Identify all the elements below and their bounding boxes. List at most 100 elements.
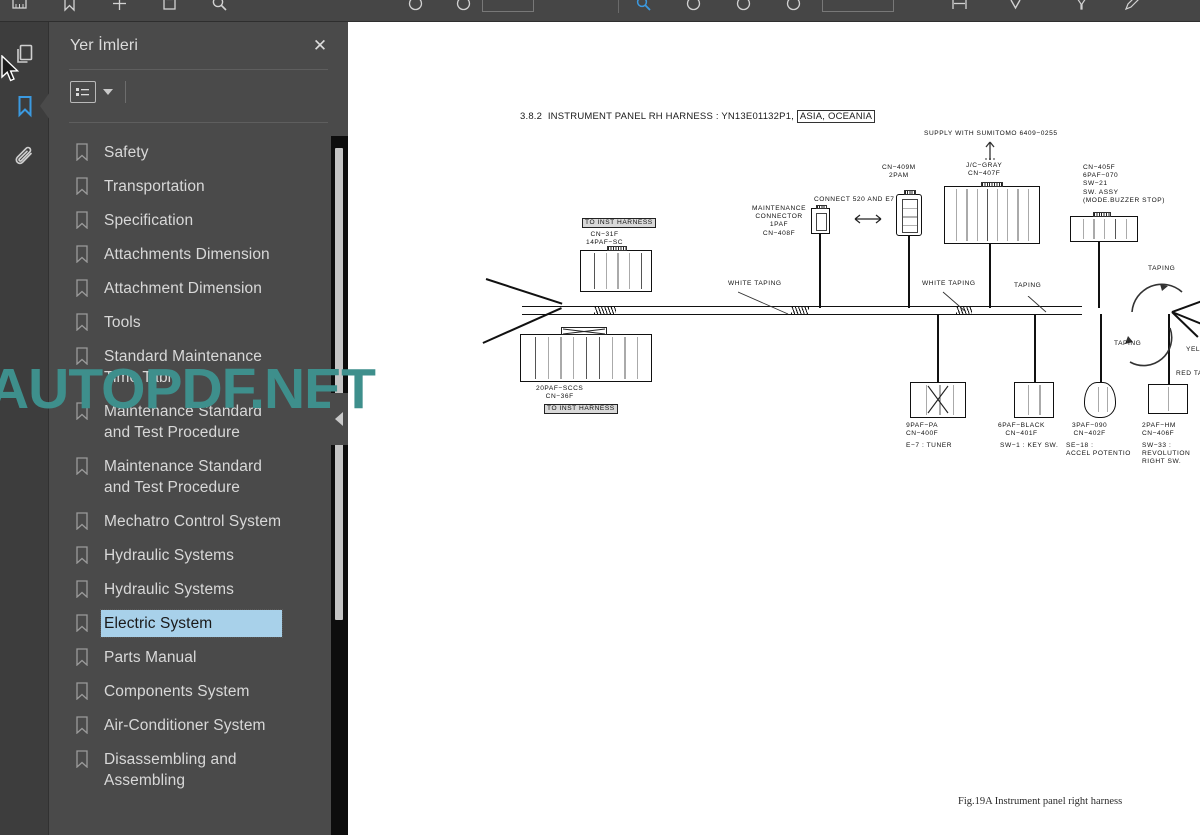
label-cn-31f: CN−31F 14PAF−SC xyxy=(586,231,624,247)
drop-wire-405 xyxy=(1098,242,1100,308)
drop-wire-409 xyxy=(908,236,910,308)
zoom-level-input[interactable] xyxy=(822,0,894,12)
list-item[interactable]: Parts Manual xyxy=(71,641,348,675)
list-item[interactable]: Disassembling and Assembling xyxy=(71,743,348,798)
bookmark-item-icon xyxy=(75,457,89,476)
bookmark-item-icon xyxy=(75,648,89,667)
bookmark-item-icon xyxy=(75,143,89,162)
list-item[interactable]: Hydraulic Systems xyxy=(71,573,348,607)
title-region: ASIA, OCEANIA xyxy=(796,110,876,123)
list-item-label: Disassembling and Assembling xyxy=(104,751,237,789)
label-cn-402f-note: SE−18 : ACCEL POTENTIO xyxy=(1066,442,1131,458)
list-item[interactable]: Air-Conditioner System xyxy=(71,709,348,743)
list-item-label: Attachment Dimension xyxy=(104,280,262,297)
toolbar-left-group xyxy=(4,0,234,18)
bookmark-item-icon xyxy=(75,716,89,735)
label-cn-409m: CN−409M 2PAM xyxy=(882,164,916,180)
bookmarks-panel-header: Yer İmleri ✕ xyxy=(49,22,348,69)
list-item[interactable]: Specification xyxy=(71,204,348,238)
list-item[interactable]: Attachment Dimension xyxy=(71,272,348,306)
list-item[interactable]: Transportation xyxy=(71,170,348,204)
collapse-sidebar-handle[interactable] xyxy=(330,393,348,445)
close-icon[interactable]: ✕ xyxy=(310,36,330,56)
drop-wire-407 xyxy=(989,244,991,308)
bookmark-icon[interactable] xyxy=(0,80,50,132)
bookmark-add-icon[interactable] xyxy=(54,0,84,17)
pen-icon[interactable] xyxy=(1116,0,1146,17)
zoom-out-icon[interactable] xyxy=(678,0,708,17)
list-item[interactable]: Attachments Dimension xyxy=(71,238,348,272)
mouse-cursor xyxy=(1,55,20,82)
chevron-down-icon[interactable] xyxy=(103,89,113,95)
zoom-tool-icon[interactable] xyxy=(628,0,658,17)
bookmarks-panel: Yer İmleri ✕ Safety Transportation Speci… xyxy=(49,22,348,835)
label-cn-405f: CN−405F 6PAF−070 SW−21 SW. ASSY (MODE.BU… xyxy=(1083,164,1165,204)
connector-cn-401f xyxy=(1014,382,1054,418)
bookmark-item-icon xyxy=(75,614,89,633)
list-item-label: Mechatro Control System xyxy=(104,513,282,530)
label-cn-401f-note: SW−1 : KEY SW. xyxy=(1000,442,1059,449)
list-item-label: Hydraulic Systems xyxy=(104,547,235,564)
search-icon[interactable] xyxy=(204,0,234,17)
snapshot-icon[interactable] xyxy=(154,0,184,17)
next-page-icon[interactable] xyxy=(448,0,478,17)
label-cn-401f: 6PAF−BLACK CN−401F xyxy=(998,422,1045,438)
list-item[interactable]: Tools xyxy=(71,306,348,340)
connector-cn-31f xyxy=(580,246,652,292)
label-yellow-taping: YEL xyxy=(1186,346,1200,353)
list-item[interactable]: Hydraulic Systems xyxy=(71,539,348,573)
label-cn-400f-note: E−7 : TUNER xyxy=(906,442,953,449)
bookmark-item-icon xyxy=(75,313,89,332)
chevron-left-icon xyxy=(335,412,343,426)
label-cn-400f: 9PAF−PA CN−400F xyxy=(906,422,939,438)
connector-cn-408f xyxy=(811,205,830,234)
figure-caption: Fig.19A Instrument panel right harness xyxy=(958,796,1123,807)
page-number-input[interactable] xyxy=(482,0,534,12)
connector-cn-36f xyxy=(520,327,652,382)
connector-cn-409m xyxy=(896,190,922,236)
crosshair-icon[interactable] xyxy=(104,0,134,17)
list-item-label: Electric System xyxy=(100,609,283,638)
bookmark-item-icon xyxy=(75,245,89,264)
pdf-page: 3.8.2 INSTRUMENT PANEL RH HARNESS : YN13… xyxy=(348,22,1200,835)
bookmark-item-icon xyxy=(75,279,89,298)
document-viewer[interactable]: 3.8.2 INSTRUMENT PANEL RH HARNESS : YN13… xyxy=(348,22,1200,835)
label-maintenance-connector: MAINTENANCE CONNECTOR 1PAF CN−408F xyxy=(752,205,807,237)
bookmark-item-icon xyxy=(75,211,89,230)
list-options-icon[interactable] xyxy=(70,81,96,103)
bookmark-item-icon xyxy=(75,546,89,565)
label-connect-520-e7: CONNECT 520 AND E7 xyxy=(814,196,895,203)
attachments-icon[interactable] xyxy=(0,132,49,184)
list-item-label: Attachments Dimension xyxy=(104,246,270,263)
list-item[interactable]: Maintenance Standard and Test Procedure xyxy=(71,450,348,505)
label-to-inst-harness-top: TO INST HARNESS xyxy=(582,218,656,229)
label-cn-402f: 3PAF−090 CN−402F xyxy=(1072,422,1108,438)
rotate-icon[interactable] xyxy=(1000,0,1030,17)
sidebar-item-electric-system[interactable]: Electric System xyxy=(71,607,348,641)
list-item[interactable]: Mechatro Control System xyxy=(71,505,348,539)
list-item-label: Maintenance Standard and Test Procedure xyxy=(104,458,262,496)
label-white-taping-1: WHITE TAPING xyxy=(728,280,782,287)
page-title: 3.8.2 INSTRUMENT PANEL RH HARNESS : YN13… xyxy=(520,110,876,123)
fit-width-icon[interactable] xyxy=(944,0,974,17)
bookmark-item-icon xyxy=(75,750,89,769)
list-item[interactable]: Safety xyxy=(71,136,348,170)
zoom-reset-icon[interactable] xyxy=(728,0,758,17)
bookmarks-scrollbar[interactable] xyxy=(331,136,348,835)
branch-wire-1 xyxy=(485,278,563,305)
list-item-label: Tools xyxy=(104,314,141,331)
toolbar-center-group xyxy=(400,0,625,18)
bookmark-item-icon xyxy=(75,580,89,599)
list-item-label: Transportation xyxy=(104,178,205,195)
connect-arrow-icon xyxy=(854,214,882,224)
highlight-icon[interactable] xyxy=(1066,0,1096,17)
bookmarks-toolbar xyxy=(49,70,348,114)
label-white-taping-2: WHITE TAPING xyxy=(922,280,976,287)
label-taping-2: TAPING xyxy=(1148,265,1176,272)
previous-page-icon[interactable] xyxy=(400,0,430,17)
page-view-icon[interactable] xyxy=(4,0,34,17)
bookmark-list[interactable]: Safety Transportation Specification Atta… xyxy=(49,136,348,835)
list-item[interactable]: Components System xyxy=(71,675,348,709)
zoom-in-icon[interactable] xyxy=(778,0,808,17)
title-text: INSTRUMENT PANEL RH HARNESS : YN13E01132… xyxy=(547,111,795,122)
